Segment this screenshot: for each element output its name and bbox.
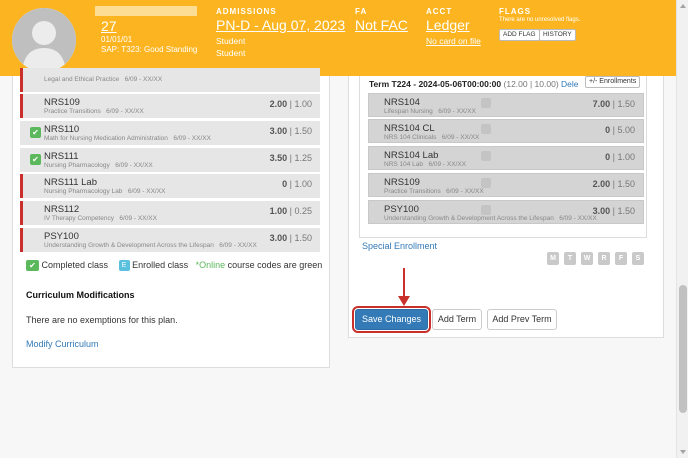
flag-history-button[interactable]: HISTORY [539, 29, 576, 41]
admissions-status: Student [216, 36, 246, 46]
user-silhouette-icon [12, 8, 76, 72]
add-prev-term-button[interactable]: Add Prev Term [487, 309, 557, 330]
admissions-title: ADMISSIONS [216, 7, 277, 16]
course-code: NRS111 Lab [44, 177, 97, 188]
course-code: NRS104 [384, 97, 420, 108]
course-legend: ✔ Completed class E Enrolled class *Onli… [26, 260, 322, 272]
save-changes-button[interactable]: Save Changes [355, 309, 428, 330]
ledger-link[interactable]: Ledger [426, 17, 470, 33]
course-row[interactable]: Legal and Ethical Practice 6/09 - XX/XX [20, 68, 320, 92]
course-checkbox[interactable] [481, 98, 491, 108]
course-row[interactable]: NRS111 Lab Nursing Pharmacology Lab 6/09… [20, 174, 320, 198]
student-header: 27 01/01/01 SAP: T323: Good Standing ADM… [0, 0, 676, 76]
special-enrollment-link[interactable]: Special Enrollment [362, 241, 437, 251]
course-row[interactable]: ✔ NRS111 Nursing Pharmacology 6/09 - XX/… [20, 148, 320, 172]
admissions-type: Student [216, 48, 246, 58]
term-title: Term T224 - 2024-05-06T00:00:00 (12.00 |… [369, 79, 579, 89]
day-toggle-s[interactable]: S [632, 252, 644, 265]
acct-title: ACCT [426, 7, 453, 16]
modify-curriculum-link[interactable]: Modify Curriculum [26, 339, 99, 349]
course-row[interactable]: ✔ NRS110 Math for Nursing Medication Adm… [20, 121, 320, 145]
course-code: NRS110 [44, 124, 80, 135]
course-code: NRS112 [44, 204, 80, 215]
course-code: NRS104 Lab [384, 150, 439, 161]
term-course-row[interactable]: NRS104 CL NRS 104 Clinicals 6/09 - XX/XX… [368, 119, 644, 143]
day-toggle-r[interactable]: R [598, 252, 610, 265]
avatar [12, 8, 76, 72]
flags-title: FLAGS [499, 7, 532, 16]
add-flag-button[interactable]: ADD FLAG [499, 29, 540, 41]
legend-enrolled: Enrolled class [132, 260, 189, 270]
course-code: PSY100 [44, 231, 79, 242]
check-icon: ✔ [30, 154, 41, 165]
card-on-file-link[interactable]: No card on file [426, 36, 481, 46]
annotation-arrow-icon [398, 268, 410, 306]
curriculum-modifications-title: Curriculum Modifications [26, 290, 135, 300]
course-checkbox[interactable] [481, 151, 491, 161]
day-toggle-w[interactable]: W [581, 252, 593, 265]
course-checkbox[interactable] [481, 178, 491, 188]
check-icon: ✔ [30, 127, 41, 138]
course-code: NRS104 CL [384, 123, 435, 134]
student-id-link[interactable]: 27 [101, 18, 117, 34]
scrollbar-thumb[interactable] [679, 285, 687, 413]
course-code: NRS109 [44, 97, 80, 108]
term-course-row[interactable]: NRS104 Lifespan Nursing 6/09 - XX/XX 7.0… [368, 93, 644, 117]
curriculum-panel: Legal and Ethical Practice 6/09 - XX/XX … [12, 68, 330, 368]
course-code: NRS109 [384, 177, 420, 188]
legend-online: Online [199, 260, 226, 270]
page-scrollbar[interactable] [676, 0, 688, 458]
flags-note: There are no unresolved flags. [499, 17, 581, 23]
term-course-row[interactable]: NRS109 Practice Transitions 6/09 - XX/XX… [368, 173, 644, 197]
scroll-down-icon[interactable] [680, 450, 686, 454]
delete-term-link[interactable]: Dele [561, 79, 578, 89]
admissions-program-link[interactable]: PN-D - Aug 07, 2023 [216, 17, 345, 33]
course-row[interactable]: NRS112 IV Therapy Competency 6/09 - XX/X… [20, 201, 320, 225]
sap-status: SAP: T323: Good Standing [101, 45, 198, 54]
term-course-row[interactable]: PSY100 Understanding Growth & Developmen… [368, 200, 644, 224]
day-toggle-t[interactable]: T [564, 252, 576, 265]
course-row[interactable]: PSY100 Understanding Growth & Developmen… [20, 228, 320, 252]
day-toggle-f[interactable]: F [615, 252, 627, 265]
course-row[interactable]: NRS109 Practice Transitions 6/09 - XX/XX… [20, 94, 320, 118]
course-checkbox[interactable] [481, 124, 491, 134]
course-checkbox[interactable] [481, 205, 491, 215]
legend-completed: Completed class [41, 260, 109, 270]
enrolled-badge-icon: E [118, 260, 130, 272]
check-icon: ✔ [26, 260, 39, 272]
term-card: Term T224 - 2024-05-06T00:00:00 (12.00 |… [359, 76, 647, 238]
student-date: 01/01/01 [101, 35, 133, 44]
fa-status-link[interactable]: Not FAC [355, 17, 408, 33]
course-code: PSY100 [384, 204, 419, 215]
course-code: NRS111 [44, 151, 79, 162]
curriculum-modifications-text: There are no exemptions for this plan. [26, 315, 178, 325]
term-course-row[interactable]: NRS104 Lab NRS 104 Lab 6/09 - XX/XX 0 | … [368, 146, 644, 170]
fa-title: FA [355, 7, 368, 16]
day-toggle-m[interactable]: M [547, 252, 559, 265]
scroll-up-icon[interactable] [680, 4, 686, 8]
add-term-button[interactable]: Add Term [432, 309, 482, 330]
enrollments-button[interactable]: +/- Enrollments [585, 76, 641, 88]
student-name-redacted [95, 6, 197, 16]
